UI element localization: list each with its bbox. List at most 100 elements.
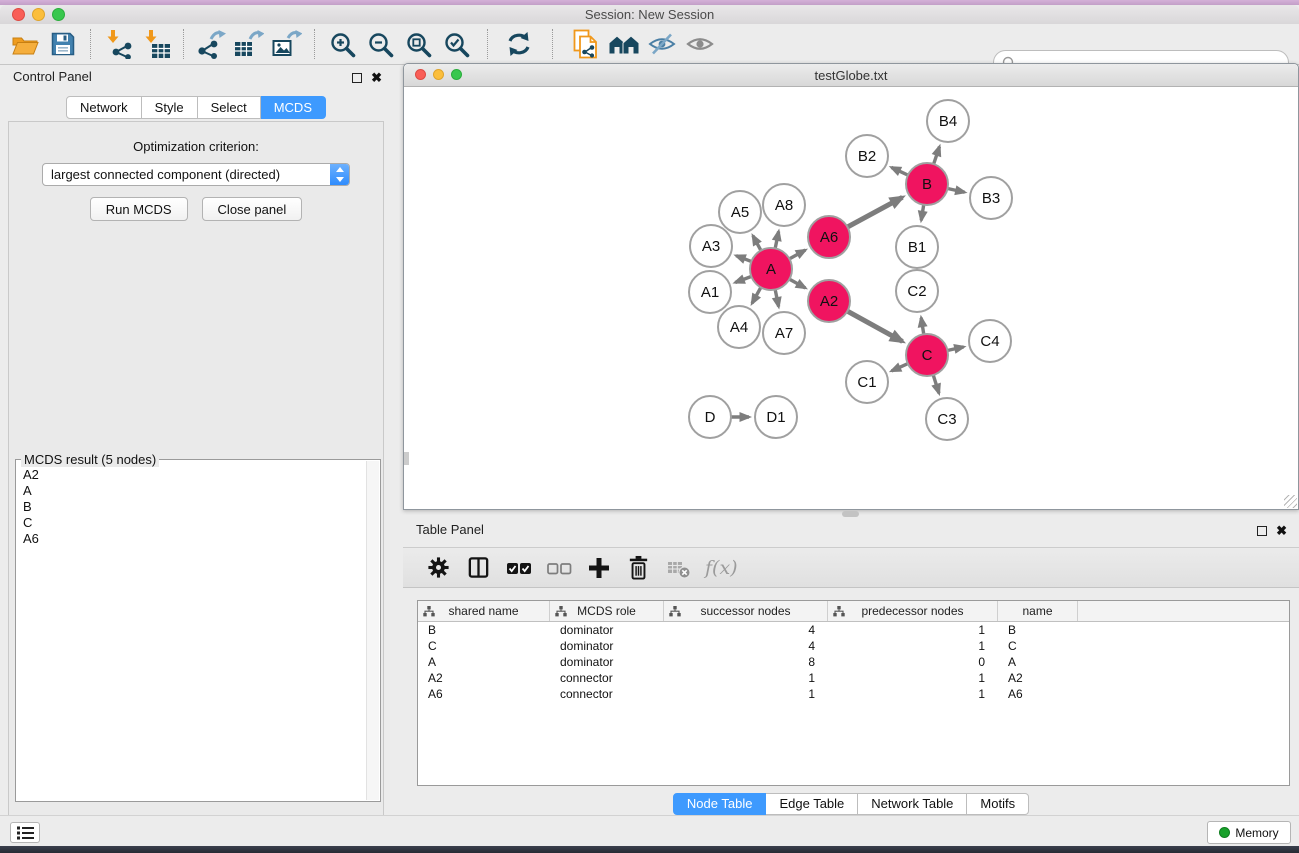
create-column-button[interactable]: [585, 554, 612, 581]
select-all-columns-button[interactable]: [505, 554, 532, 581]
network-minimize-button[interactable]: [433, 69, 444, 80]
function-builder-button[interactable]: f(x): [705, 554, 738, 581]
close-window-button[interactable]: [12, 8, 25, 21]
delete-column-button[interactable]: [625, 554, 652, 581]
table-row[interactable]: Adominator80A: [418, 654, 1289, 670]
tab-mcds[interactable]: MCDS: [261, 96, 326, 119]
result-item[interactable]: A2: [23, 467, 380, 483]
tab-select[interactable]: Select: [198, 96, 261, 119]
column-header-shared-name[interactable]: shared name: [418, 601, 550, 621]
mcds-result-list[interactable]: A2ABCA6: [16, 460, 380, 547]
table-cell[interactable]: A2: [998, 670, 1078, 686]
houses-button[interactable]: [605, 26, 643, 62]
table-cell[interactable]: 1: [828, 638, 998, 654]
network-close-button[interactable]: [415, 69, 426, 80]
zoom-selected-button[interactable]: [437, 26, 475, 62]
hide-selected-button[interactable]: [643, 26, 681, 62]
table-cell[interactable]: 4: [664, 638, 828, 654]
canvas-left-nub[interactable]: [404, 452, 409, 465]
network-zoom-button[interactable]: [451, 69, 462, 80]
open-session-button[interactable]: [6, 26, 44, 62]
table-cell[interactable]: C: [418, 638, 550, 654]
table-cell[interactable]: A: [418, 654, 550, 670]
close-panel-button[interactable]: Close panel: [202, 197, 303, 221]
column-header-name[interactable]: name: [998, 601, 1078, 621]
zoom-in-icon: [329, 31, 356, 58]
run-mcds-button[interactable]: Run MCDS: [90, 197, 188, 221]
network-window-titlebar: testGlobe.txt: [404, 64, 1298, 87]
tab-network[interactable]: Network: [66, 96, 142, 119]
table-cell[interactable]: B: [418, 622, 550, 638]
table-cell[interactable]: A6: [418, 686, 550, 702]
network-canvas[interactable]: AA1A2A3A4A5A6A7A8BB1B2B3B4CC1C2C3C4DD1: [404, 87, 1298, 509]
table-row[interactable]: Bdominator41B: [418, 622, 1289, 638]
result-item[interactable]: C: [23, 515, 380, 531]
tab-style[interactable]: Style: [142, 96, 198, 119]
float-table-panel-icon[interactable]: [1257, 526, 1267, 536]
table-cell[interactable]: dominator: [550, 622, 664, 638]
save-session-button[interactable]: [44, 26, 82, 62]
import-network-button[interactable]: [99, 26, 137, 62]
table-cell[interactable]: connector: [550, 670, 664, 686]
close-table-panel-icon[interactable]: ✖: [1276, 523, 1287, 539]
table-cell[interactable]: 4: [664, 622, 828, 638]
float-panel-icon[interactable]: [352, 73, 362, 83]
table-cell[interactable]: 0: [828, 654, 998, 670]
memory-button[interactable]: Memory: [1207, 821, 1291, 844]
table-cell[interactable]: 1: [664, 686, 828, 702]
table-cell[interactable]: A6: [998, 686, 1078, 702]
table-cell[interactable]: dominator: [550, 638, 664, 654]
refresh-button[interactable]: [500, 26, 538, 62]
table-tab-node-table[interactable]: Node Table: [673, 793, 767, 815]
zoom-out-button[interactable]: [361, 26, 399, 62]
table-cell[interactable]: B: [998, 622, 1078, 638]
panel-splitter-handle[interactable]: [842, 511, 859, 517]
table-toolbar: f(x): [403, 547, 1299, 588]
export-table-button[interactable]: [230, 26, 268, 62]
column-header-predecessor-nodes[interactable]: predecessor nodes: [828, 601, 998, 621]
zoom-in-button[interactable]: [323, 26, 361, 62]
table-tab-motifs[interactable]: Motifs: [967, 793, 1029, 815]
result-item[interactable]: A: [23, 483, 380, 499]
table-row[interactable]: A2connector11A2: [418, 670, 1289, 686]
table-cell[interactable]: 1: [664, 670, 828, 686]
table-cell[interactable]: A: [998, 654, 1078, 670]
network-graph[interactable]: AA1A2A3A4A5A6A7A8BB1B2B3B4CC1C2C3C4DD1: [404, 87, 1298, 509]
show-all-button[interactable]: [681, 26, 719, 62]
column-header-successor-nodes[interactable]: successor nodes: [664, 601, 828, 621]
export-image-button[interactable]: [268, 26, 306, 62]
table-cell[interactable]: A2: [418, 670, 550, 686]
result-item[interactable]: A6: [23, 531, 380, 547]
table-cell[interactable]: C: [998, 638, 1078, 654]
table-cell[interactable]: 1: [828, 686, 998, 702]
export-network-button[interactable]: [192, 26, 230, 62]
show-columns-button[interactable]: [465, 554, 492, 581]
table-settings-button[interactable]: [425, 554, 452, 581]
zoom-window-button[interactable]: [52, 8, 65, 21]
import-table-button[interactable]: [137, 26, 175, 62]
table-tab-edge-table[interactable]: Edge Table: [766, 793, 858, 815]
deselect-all-columns-button[interactable]: [545, 554, 572, 581]
table-panel-tabs: Node TableEdge TableNetwork TableMotifs: [403, 793, 1299, 815]
table-row[interactable]: Cdominator41C: [418, 638, 1289, 654]
close-panel-icon[interactable]: ✖: [371, 70, 382, 86]
table-cell[interactable]: connector: [550, 686, 664, 702]
table-row[interactable]: A6connector11A6: [418, 686, 1289, 702]
result-scrollbar[interactable]: [366, 461, 379, 800]
delete-table-button[interactable]: [665, 554, 692, 581]
table-cell[interactable]: 1: [828, 622, 998, 638]
network-from-file-button[interactable]: [567, 26, 605, 62]
column-header-label: MCDS role: [577, 604, 636, 618]
task-history-button[interactable]: [10, 822, 40, 843]
result-item[interactable]: B: [23, 499, 380, 515]
table-tab-network-table[interactable]: Network Table: [858, 793, 967, 815]
zoom-fit-button[interactable]: [399, 26, 437, 62]
optimization-select[interactable]: largest connected component (directed): [42, 163, 350, 186]
minimize-window-button[interactable]: [32, 8, 45, 21]
window-resize-grip[interactable]: [1284, 495, 1297, 508]
table-cell[interactable]: 1: [828, 670, 998, 686]
table-cell[interactable]: 8: [664, 654, 828, 670]
table-cell[interactable]: dominator: [550, 654, 664, 670]
column-header-MCDS-role[interactable]: MCDS role: [550, 601, 664, 621]
eye-slash-icon: [648, 32, 676, 56]
